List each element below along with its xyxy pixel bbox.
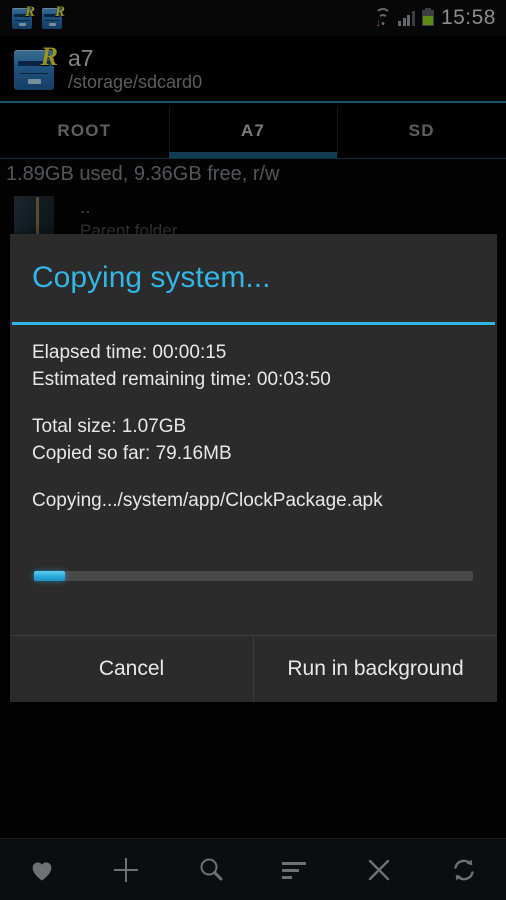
close-button[interactable] — [337, 839, 421, 900]
copied-so-far-label: Copied so far: 79.16MB — [32, 443, 232, 464]
total-size-label: Total size: 1.07GB — [32, 416, 187, 437]
progress-bar-fill — [34, 571, 65, 581]
search-icon — [196, 855, 226, 885]
bottom-toolbar — [0, 838, 506, 900]
plus-icon — [110, 854, 142, 886]
elapsed-time-label: Elapsed time: 00:00:15 — [32, 342, 227, 363]
dialog-button-row: Cancel Run in background — [10, 635, 497, 702]
refresh-button[interactable] — [422, 839, 506, 900]
heart-icon — [27, 856, 57, 884]
sort-button[interactable] — [253, 839, 337, 900]
cancel-button[interactable]: Cancel — [10, 636, 253, 702]
search-button[interactable] — [169, 839, 253, 900]
refresh-icon — [449, 855, 479, 885]
close-icon — [364, 855, 394, 885]
sort-icon — [280, 858, 310, 882]
add-button[interactable] — [84, 839, 168, 900]
remaining-time-label: Estimated remaining time: 00:03:50 — [32, 369, 331, 390]
run-in-background-button[interactable]: Run in background — [253, 636, 497, 702]
copy-progress-dialog: Copying system... Elapsed time: 00:00:15… — [10, 234, 497, 702]
favorites-button[interactable] — [0, 839, 84, 900]
progress-bar — [34, 571, 473, 581]
dialog-title: Copying system... — [32, 261, 271, 294]
current-file-label: Copying.../system/app/ClockPackage.apk — [32, 490, 383, 511]
screen: R R ↓ 15:58 R a7 /storage/sdcard0 ROOT A… — [0, 0, 506, 900]
